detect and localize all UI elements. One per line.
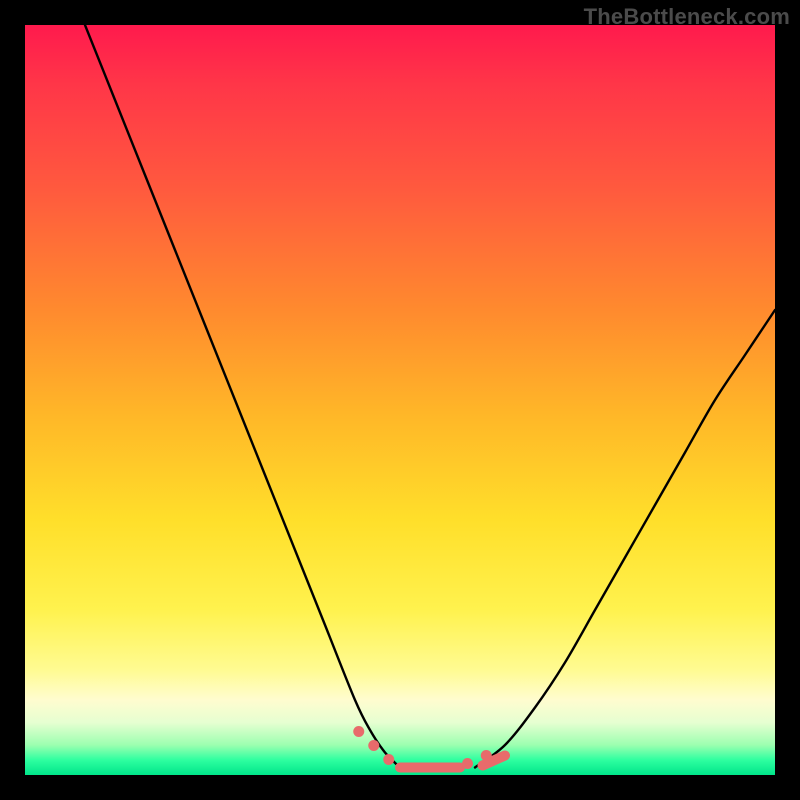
left-curve — [85, 25, 400, 768]
chart-svg — [25, 25, 775, 775]
plot-area — [25, 25, 775, 775]
right-curve — [475, 310, 775, 768]
valley-dot — [353, 726, 364, 737]
watermark-text: TheBottleneck.com — [584, 4, 790, 30]
chart-frame: TheBottleneck.com — [0, 0, 800, 800]
valley-dot — [462, 758, 473, 769]
valley-dot — [481, 750, 492, 761]
valley-dot — [368, 740, 379, 751]
valley-dot — [383, 754, 394, 765]
